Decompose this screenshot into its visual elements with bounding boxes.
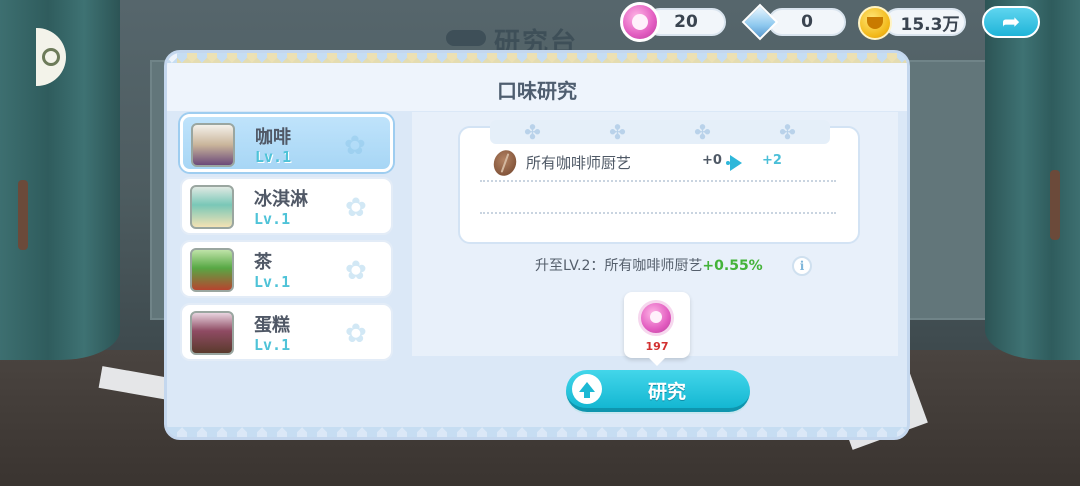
category-name: 茶	[254, 252, 272, 273]
bonus-label: 所有咖啡师厨艺	[526, 154, 632, 172]
upgrade-percent: +0.55%	[702, 258, 763, 274]
research-cost: 197	[624, 292, 690, 366]
footer-pattern	[167, 427, 907, 437]
research-button[interactable]: 研究	[566, 370, 750, 412]
bonus-next: +2	[762, 153, 782, 168]
category-item-ice-cream[interactable]: 冰淇淋 Lv.1 ✿	[180, 177, 393, 235]
category-list: 咖啡 Lv.1 ✿ 冰淇淋 Lv.1 ✿ 茶 Lv.1 ✿ 蛋糕 Lv.1 ✿	[180, 114, 395, 364]
category-item-tea[interactable]: 茶 Lv.1 ✿	[180, 240, 393, 298]
crystal-count: 0	[801, 12, 813, 32]
tassel-left	[18, 180, 28, 250]
flower-decoration: ✿	[345, 319, 367, 349]
research-button-label: 研究	[647, 381, 686, 403]
flower-decoration: ✿	[344, 131, 366, 161]
arrow-right-icon	[730, 155, 742, 171]
gear-icon	[42, 48, 60, 66]
cake-thumbnail	[190, 311, 234, 355]
category-name: 蛋糕	[254, 315, 290, 336]
coin-icon[interactable]	[858, 6, 892, 40]
header-pattern	[177, 53, 907, 63]
category-level: Lv.1	[255, 148, 292, 166]
medal-icon	[638, 300, 674, 336]
clover-icon: ✤	[779, 120, 796, 144]
category-level: Lv.1	[254, 273, 291, 291]
upgrade-description: 升至LV.2：所有咖啡师厨艺+0.55%	[535, 255, 763, 275]
ice-cream-thumbnail	[190, 185, 234, 229]
category-item-cake[interactable]: 蛋糕 Lv.1 ✿	[180, 303, 393, 361]
divider	[480, 180, 836, 182]
share-button[interactable]: ➦	[982, 6, 1040, 38]
info-button[interactable]: i	[792, 256, 812, 276]
share-arrow-icon: ➦	[1001, 9, 1021, 35]
panel-title: 口味研究	[497, 79, 577, 103]
bonus-card: ✤ ✤ ✤ ✤ 所有咖啡师厨艺 +0 +2	[458, 120, 860, 244]
clover-icon: ✤	[609, 120, 626, 144]
coin-count: 15.3万	[900, 14, 960, 35]
tea-thumbnail	[190, 248, 234, 292]
clover-icon: ✤	[694, 120, 711, 144]
coffee-thumbnail	[191, 123, 235, 167]
curtain-right	[985, 0, 1080, 360]
category-level: Lv.1	[254, 336, 291, 354]
cost-value: 197	[645, 340, 669, 353]
coin-counter: 15.3万	[884, 8, 966, 36]
card-banner: ✤ ✤ ✤ ✤	[490, 120, 830, 144]
category-name: 冰淇淋	[254, 189, 308, 210]
crystal-trophy-icon[interactable]	[740, 2, 780, 42]
category-item-coffee[interactable]: 咖啡 Lv.1 ✿	[180, 114, 393, 172]
flower-decoration: ✿	[345, 193, 367, 223]
tassel-right	[1050, 170, 1060, 240]
bonus-row: 所有咖啡师厨艺 +0 +2	[490, 147, 834, 179]
category-level: Lv.1	[254, 210, 291, 228]
flower-decoration: ✿	[345, 256, 367, 286]
medal-count: 20	[674, 12, 698, 32]
upgrade-prefix: 升至LV.2：所有咖啡师厨艺	[535, 258, 703, 274]
category-name: 咖啡	[255, 127, 291, 148]
info-icon: i	[799, 259, 805, 273]
bonus-current: +0	[702, 153, 722, 168]
divider	[480, 212, 836, 214]
medal-icon[interactable]	[620, 2, 660, 42]
bench-icon	[446, 30, 486, 46]
clover-icon: ✤	[524, 120, 541, 144]
coffee-bean-icon	[490, 147, 520, 179]
